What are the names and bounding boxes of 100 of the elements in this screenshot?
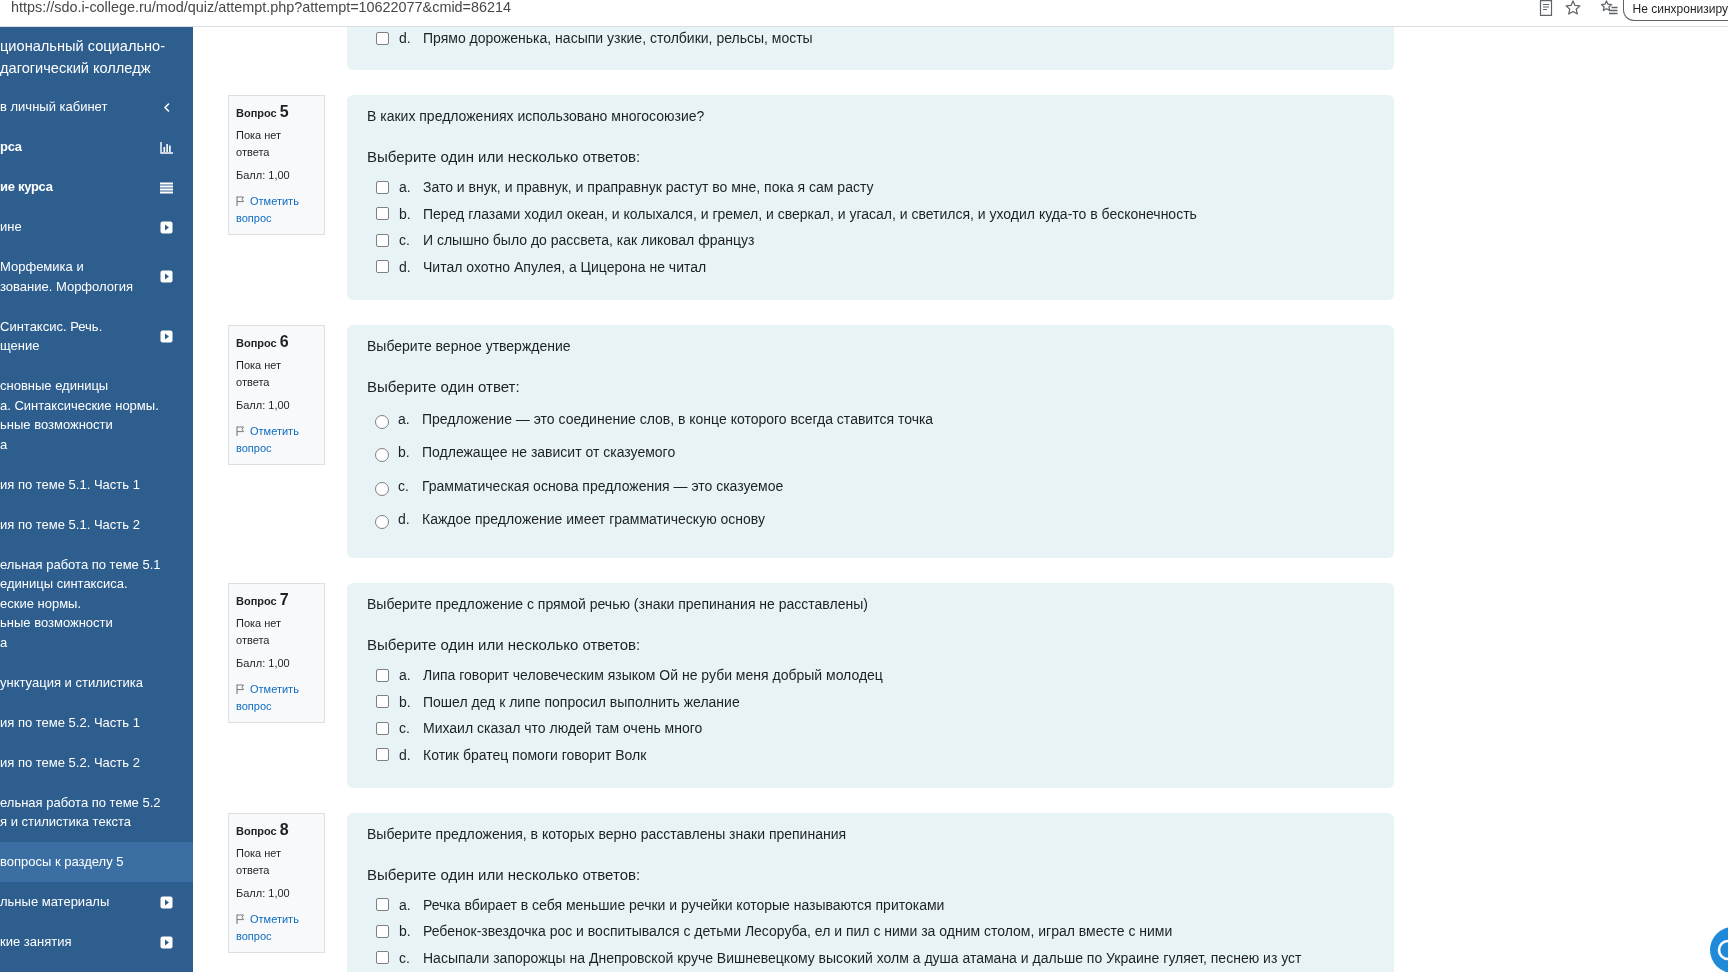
checkbox[interactable] [376,695,389,708]
sidebar-item[interactable]: ия по теме 5.1. Часть 2 [0,504,193,545]
bar-chart-icon [160,140,173,154]
flag-icon [236,684,245,694]
play-square-icon [160,895,173,909]
question-grade: Балл: 1,00 [236,397,291,413]
question-label: Вопрос [236,594,277,609]
answer-letter: c. [399,948,411,968]
checkbox[interactable] [376,924,389,938]
flag-question-link[interactable]: Отметить вопрос [236,681,318,715]
answer-prompt: Выберите один ответ: [367,376,521,397]
question-text: Выберите верное утверждение [367,336,572,356]
answer-letter: c. [399,719,411,738]
answer-letter: c. [398,476,410,496]
flag-question-link[interactable]: Отметить вопрос [236,422,318,457]
answer-letter: d. [399,29,412,48]
answer-text: Липа говорит человеческим языком Ой не руби меня добрый молодец [423,666,883,685]
checkbox[interactable] [376,951,389,964]
question-text: Выберите предложение с прямой речью (знаки препинания не расставлены) [367,595,869,614]
answer-letter: b. [399,204,412,224]
checkbox[interactable] [376,748,389,761]
question-label: Вопрос [236,106,277,121]
answer-text: Насыпали запорожцы на Днепровской круче Вишневецкому высокий холм а душа атамана и дальше по Украине гуляет, песнею из уст [423,948,1302,968]
question-number: 5 [279,102,289,122]
sidebar-item[interactable]: ия по теме 5.2. Часть 2 [0,742,193,783]
answer-text: Речка вбирает в себя меньшие речки и ручейки которые называются притоками [423,895,945,915]
flag-question-link[interactable]: Отметить вопрос [236,193,318,227]
sidebar-item[interactable]: сновные единицы а. Синтаксические нормы. ьные возможности а [0,366,193,465]
answer-text: Грамматическая основа предложения — это сказуемое [422,476,784,496]
answer-text: Михаил сказал что людей там очень много [423,719,703,738]
sidebar-item[interactable]: ельная работа по теме 5.1 единицы синтаксиса. еские нормы. ьные возможности а [0,544,193,663]
radio-button[interactable] [375,448,389,462]
flag-icon [236,196,245,206]
answer-letter: b. [398,443,411,462]
favorites-star-icon[interactable] [1600,0,1618,16]
sidebar-title: циональный социально- дагогический колледж [0,37,167,78]
checkbox[interactable] [376,721,389,735]
question-grade: Балл: 1,00 [236,168,291,183]
reading-page-icon[interactable] [1537,0,1554,16]
radio-button[interactable] [375,515,389,529]
sidebar-item[interactable]: ине [0,207,193,247]
answer-letter: d. [399,745,412,765]
play-square-icon [160,935,173,949]
sidebar-item[interactable]: вопросы к разделу 5 [0,842,193,882]
answer-letter: a. [399,178,412,197]
answer-text: Пошел дед к липе попросил выполнить желание [423,692,740,712]
checkbox[interactable] [376,180,389,194]
answer-text: Прямо дороженька, насыпи узкие, столбики, рельсы, мосты [423,29,813,48]
sidebar-item[interactable]: унктуация и стилистика [0,662,193,703]
answer-text: Котик братец помоги говорит Волк [423,745,647,765]
play-square-icon [160,329,173,343]
radio-button[interactable] [375,481,389,496]
checkbox[interactable] [376,898,389,911]
play-square-icon [160,270,173,284]
sidebar-item[interactable]: ия по теме 5.1. Часть 1 [0,464,193,505]
checkbox[interactable] [376,260,389,273]
question-status: Пока нет ответа [236,616,283,648]
sidebar-item[interactable]: ельная работа по теме 5.2 я и стилистика текста [0,782,193,842]
sidebar-item[interactable]: льные материалы [0,882,193,922]
answer-letter: c. [399,231,411,250]
flag-icon [236,913,245,924]
answer-letter: a. [398,409,411,429]
play-square-icon [160,220,173,234]
answer-letter: b. [399,922,412,941]
question-number: 7 [279,590,289,610]
answer-text: Ребенок-звездочка рос и воспитывался с детьми Лесоруба, ел и пил с ними за одним столом, играл вместе с ними [423,922,1173,941]
answer-text: Предложение — это соединение слов, в конце которого всегда ставится точка [422,409,934,429]
answer-text: Читал охотно Апулея, а Цицерона не читал [423,257,707,277]
sidebar-item[interactable]: рса [0,127,193,167]
sidebar-item[interactable]: ия по теме 5.2. Часть 1 [0,702,193,743]
answer-prompt: Выберите один или несколько ответов: [367,147,642,167]
sidebar-item[interactable]: ие курса [0,167,193,207]
question-status: Пока нет ответа [236,357,283,390]
question-status: Пока нет ответа [236,128,283,160]
answer-letter: b. [399,692,412,712]
address-field[interactable]: https://sdo.i-college.ru/mod/quiz/attempt.php?attempt=10622077&cmid=86214 [0,0,511,15]
sidebar-item[interactable]: Морфемика и зование. Морфология [0,247,193,307]
radio-button[interactable] [375,414,389,429]
question-status: Пока нет ответа [236,845,283,878]
question-number: 6 [279,331,289,352]
answer-letter: a. [399,895,412,915]
sidebar-item[interactable]: в личный кабинет [0,87,193,127]
chat-icon[interactable] [1708,926,1728,972]
checkbox[interactable] [376,233,389,247]
answer-text: Перед глазами ходил океан, и колыхался, и гремел, и сверкал, и угасал, и светился, и уходил куда-то в бесконечность [423,204,1197,224]
question-text: Выберите предложения, в которых верно расставлены знаки препинания [367,824,848,844]
answer-letter: d. [398,510,411,529]
answer-letter: d. [399,257,412,277]
checkbox[interactable] [376,31,389,45]
sync-status-button[interactable]: Не синхронизиру [1622,0,1728,21]
checkbox[interactable] [376,207,389,220]
checkbox[interactable] [376,668,389,682]
question-grade: Балл: 1,00 [236,656,291,671]
answer-text: Зато и внук, и правнук, и праправнук растут во мне, пока я сам расту [423,178,874,197]
question-label: Вопрос [236,823,277,839]
sidebar-item[interactable]: кие занятия [0,922,193,962]
star-icon[interactable] [1564,0,1581,16]
sidebar-item[interactable]: Синтаксис. Речь. щение [0,306,193,366]
answer-text: Подлежащее не зависит от сказуемого [422,443,676,462]
flag-question-link[interactable]: Отметить вопрос [236,910,318,945]
